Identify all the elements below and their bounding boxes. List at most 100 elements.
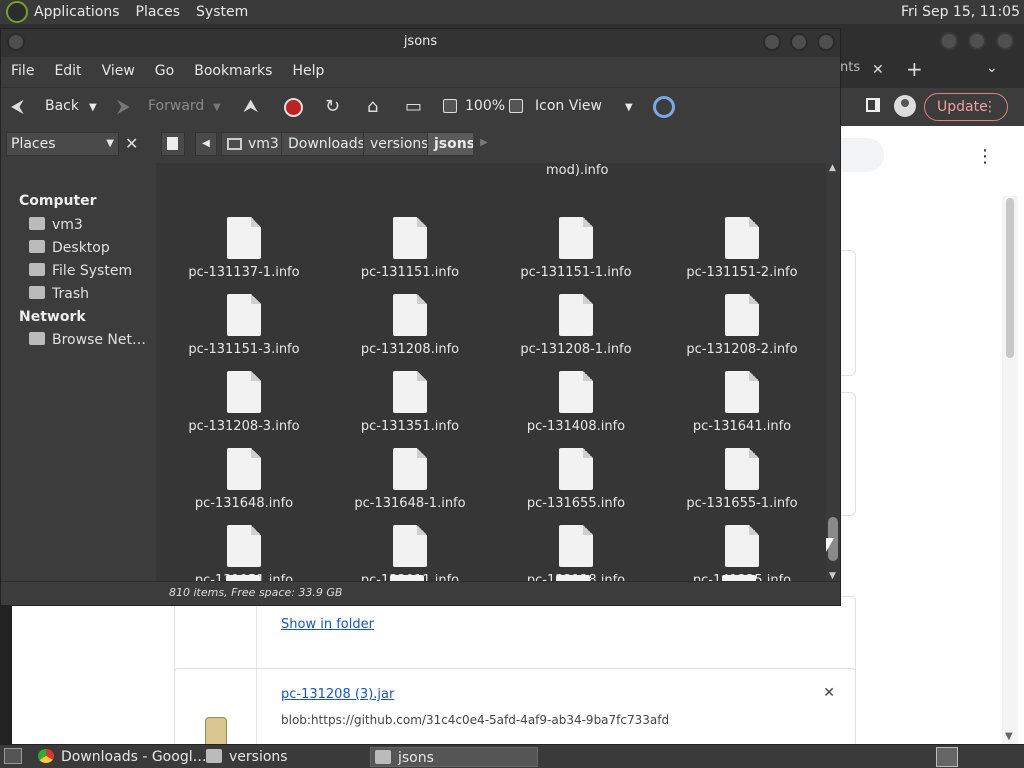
menu-file[interactable]: File [11, 63, 34, 79]
remove-download-icon[interactable]: ✕ [823, 685, 835, 701]
file-item[interactable]: pc-131655-1.info [658, 448, 826, 511]
distro-logo-icon[interactable] [6, 1, 28, 23]
taskbar-item-jsons[interactable]: jsons [370, 747, 538, 767]
computer-icon[interactable]: ▭ [405, 96, 422, 117]
file-item[interactable]: pc-131648.info [160, 448, 328, 511]
file-item[interactable]: pc-131151-2.info [658, 217, 826, 280]
icon-view-scrollbar[interactable]: ▲ ▼ [826, 163, 840, 581]
sidebar-item-trash[interactable]: Trash [29, 286, 89, 302]
view-mode-select[interactable]: Icon View [535, 98, 602, 114]
forward-button[interactable]: Forward [148, 98, 204, 114]
home-icon[interactable]: ⌂ [367, 96, 378, 117]
chrome-tab-search-icon[interactable]: ⌄ [986, 60, 998, 76]
stop-icon[interactable] [284, 98, 303, 117]
breadcrumb-vm3[interactable]: vm3 [221, 132, 286, 156]
file-item[interactable]: pc-131208-2.info [658, 294, 826, 357]
update-button[interactable]: Update ⋮ [924, 93, 1008, 121]
back-arrow-icon[interactable]: ⮜ [11, 96, 24, 117]
applications-menu[interactable]: Applications [34, 4, 120, 20]
sidebar-item-browse-network[interactable]: Browse Net… [29, 332, 146, 348]
breadcrumb-next-icon[interactable]: ▶ [473, 132, 495, 156]
reload-icon[interactable]: ↻ [325, 96, 340, 117]
chrome-scroll-thumb[interactable] [1006, 198, 1014, 358]
taskbar-item-chrome[interactable]: Downloads - Googl… [38, 747, 207, 767]
chrome-close-button[interactable] [996, 32, 1014, 50]
file-item[interactable]: pc-132011.info [326, 525, 494, 581]
zoom-out-icon[interactable] [443, 99, 457, 113]
sidebar-item-desktop[interactable]: Desktop [29, 240, 110, 256]
search-icon[interactable] [653, 96, 675, 118]
maximize-button[interactable] [790, 33, 808, 51]
download-file-link[interactable]: pc-131208 (3).jar [281, 687, 394, 702]
edit-location-icon[interactable] [161, 132, 185, 156]
side-panel-icon[interactable] [866, 98, 880, 112]
back-history-dropdown-icon[interactable]: ▼ [89, 102, 97, 113]
file-name-partial[interactable]: mod).info [546, 163, 608, 178]
zoom-in-icon[interactable] [509, 99, 523, 113]
chrome-new-tab-icon[interactable]: + [906, 57, 923, 81]
menu-bookmarks[interactable]: Bookmarks [194, 63, 272, 79]
file-item[interactable]: pc-131208.info [326, 294, 494, 357]
window-menu-button[interactable] [7, 33, 25, 51]
show-in-folder-link[interactable]: Show in folder [281, 617, 374, 632]
sidebar-item-vm3[interactable]: vm3 [29, 217, 83, 233]
file-item[interactable]: pc-131951.info [160, 525, 328, 581]
taskbar-item-label: Downloads - Googl… [61, 749, 207, 765]
minimize-button[interactable] [763, 33, 781, 51]
document-file-icon [725, 294, 759, 336]
breadcrumb-versions[interactable]: versions [363, 132, 436, 156]
file-item[interactable]: pc-131151.info [326, 217, 494, 280]
menu-view[interactable]: View [102, 63, 135, 79]
desktop-icon [29, 240, 45, 253]
document-file-icon [227, 294, 261, 336]
show-desktop-icon[interactable] [4, 748, 22, 764]
menu-edit[interactable]: Edit [54, 63, 81, 79]
downloads-search-bar[interactable] [840, 138, 884, 172]
places-menu[interactable]: Places [136, 4, 181, 20]
downloads-more-icon[interactable]: ⋮ [976, 146, 994, 167]
icon-view[interactable]: mod).info pc-131137-1.info pc-131151.info… [156, 163, 826, 581]
forward-history-dropdown-icon[interactable]: ▼ [213, 102, 221, 113]
back-button[interactable]: Back [45, 98, 79, 114]
file-item[interactable]: pc-131151-1.info [492, 217, 660, 280]
chrome-tab-title[interactable]: nts [840, 60, 860, 75]
scroll-up-icon[interactable]: ▲ [829, 163, 836, 173]
chrome-tab-close-icon[interactable]: ✕ [872, 62, 884, 78]
zoom-level[interactable]: 100% [465, 98, 505, 114]
file-item[interactable]: pc-132128.info [492, 525, 660, 581]
window-titlebar[interactable]: jsons [1, 29, 840, 57]
file-item[interactable]: pc-131655.info [492, 448, 660, 511]
view-mode-dropdown-icon[interactable]: ▼ [625, 102, 633, 113]
chrome-maximize-button[interactable] [968, 32, 986, 50]
file-item[interactable]: pc-131641.info [658, 371, 826, 434]
forward-arrow-icon: ⮞ [117, 96, 131, 117]
chrome-minimize-button[interactable] [940, 32, 958, 50]
file-item[interactable]: pc-131137-1.info [160, 217, 328, 280]
sidebar-item-label: File System [52, 263, 133, 279]
menu-go[interactable]: Go [155, 63, 174, 79]
panel-clock[interactable]: Fri Sep 15, 11:05 [901, 4, 1020, 20]
profile-avatar-icon[interactable] [894, 95, 916, 117]
breadcrumb-downloads[interactable]: Downloads [281, 132, 372, 156]
menu-help[interactable]: Help [292, 63, 324, 79]
file-item[interactable]: pc-131151-3.info [160, 294, 328, 357]
side-pane-select[interactable]: Places ▼ [6, 132, 119, 156]
workspace-switcher[interactable] [936, 747, 958, 767]
file-item[interactable]: pc-131351.info [326, 371, 494, 434]
up-arrow-icon[interactable]: ⮝ [243, 96, 258, 117]
sidebar-item-file-system[interactable]: File System [29, 263, 132, 279]
system-menu[interactable]: System [196, 4, 248, 20]
scroll-down-icon[interactable]: ▼ [829, 571, 836, 581]
file-item[interactable]: pc-131208-3.info [160, 371, 328, 434]
chrome-scrollbar[interactable]: ▼ [1002, 196, 1018, 744]
file-item[interactable]: pc-131208-1.info [492, 294, 660, 357]
file-item[interactable]: pc-131408.info [492, 371, 660, 434]
close-side-pane-icon[interactable]: ✕ [125, 134, 138, 153]
file-name: pc-131655.info [526, 496, 626, 511]
file-item[interactable]: pc-131648-1.info [326, 448, 494, 511]
breadcrumb-prev-icon[interactable]: ◀ [195, 132, 217, 156]
scroll-down-icon[interactable]: ▼ [1005, 731, 1013, 742]
taskbar-item-versions[interactable]: versions [206, 747, 366, 767]
close-button[interactable] [817, 33, 835, 51]
file-item[interactable]: pc-141225.info [658, 525, 826, 581]
